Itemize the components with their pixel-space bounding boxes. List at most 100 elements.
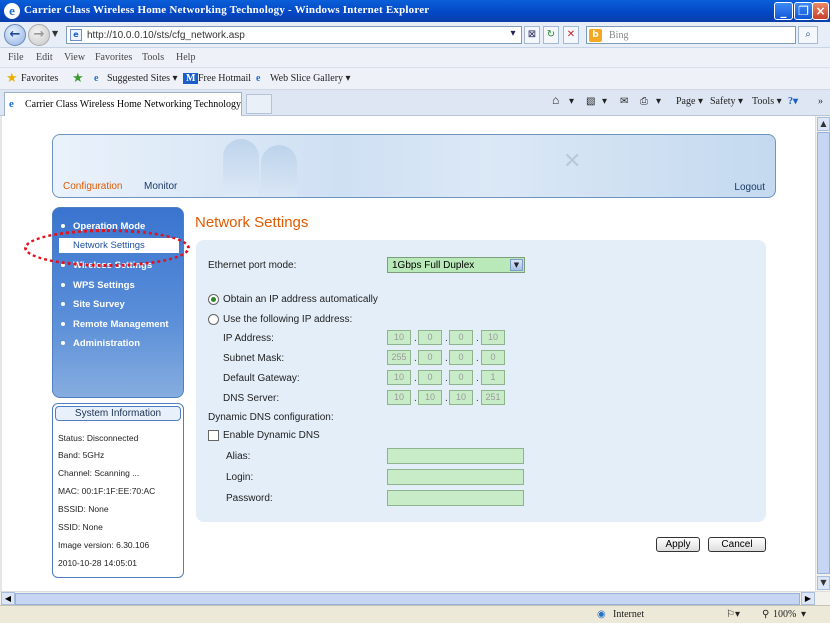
login-input[interactable]	[387, 469, 524, 485]
alias-input[interactable]	[387, 448, 524, 464]
url-dropdown-icon[interactable]: ▾	[505, 26, 521, 44]
apply-button[interactable]: Apply	[656, 537, 700, 552]
security-zone-label: Internet	[613, 609, 645, 620]
scroll-down-icon[interactable]: ▼	[817, 576, 830, 590]
menu-edit[interactable]: Edit	[36, 52, 53, 63]
header-figure-graphic-2	[261, 145, 297, 197]
ip-address-octet-2[interactable]: 0	[418, 330, 442, 345]
obtain-ip-auto-radio[interactable]	[208, 294, 219, 305]
protected-mode-icon[interactable]: ⚐▾	[726, 609, 740, 620]
maximize-button[interactable]: ❐	[794, 2, 813, 20]
scroll-up-icon[interactable]: ▲	[817, 117, 830, 131]
window-title-bar: e Carrier Class Wireless Home Networking…	[0, 0, 830, 22]
search-field[interactable]: b Bing	[586, 26, 796, 44]
home-icon[interactable]: ⌂	[552, 93, 559, 108]
nav-monitor[interactable]: Monitor	[144, 181, 177, 192]
cancel-button[interactable]: Cancel	[708, 537, 766, 552]
web-slice-gallery-link[interactable]: Web Slice Gallery ▾	[270, 73, 351, 84]
suggested-sites-icon: e	[94, 73, 99, 84]
internet-zone-icon: ◉	[597, 609, 606, 620]
nav-configuration[interactable]: Configuration	[63, 181, 122, 192]
system-info-line: Band: 5GHz	[58, 450, 105, 460]
ip-separator: .	[476, 333, 479, 344]
highlight-ellipse-annotation	[24, 229, 190, 267]
zoom-level[interactable]: 100%	[773, 609, 796, 620]
sidebar-item-wps-settings[interactable]: WPS Settings	[61, 280, 135, 291]
use-static-ip-radio[interactable]	[208, 314, 219, 325]
url-field[interactable]: e http://10.0.0.10/sts/cfg_network.asp	[66, 26, 522, 44]
menu-favorites[interactable]: Favorites	[95, 52, 132, 63]
minimize-button[interactable]: _	[774, 2, 793, 20]
enable-ddns-checkbox[interactable]	[208, 430, 219, 441]
gateway-octet-4[interactable]: 1	[481, 370, 505, 385]
vertical-scroll-thumb[interactable]	[817, 132, 830, 574]
scroll-right-icon[interactable]: ▶	[801, 592, 815, 605]
page-menu[interactable]: Page ▾	[676, 96, 703, 107]
header-figure-graphic	[223, 139, 259, 197]
dns-octet-2[interactable]: 10	[418, 390, 442, 405]
system-info-line: MAC: 00:1F:1F:EE:70:AC	[58, 486, 156, 496]
back-button[interactable]: ←	[4, 24, 26, 46]
ip-address-octet-3[interactable]: 0	[449, 330, 473, 345]
gateway-octet-2[interactable]: 0	[418, 370, 442, 385]
safety-menu[interactable]: Safety ▾	[710, 96, 743, 107]
dns-octet-1[interactable]: 10	[387, 390, 411, 405]
system-info-line: BSSID: None	[58, 504, 109, 514]
ip-address-octet-1[interactable]: 10	[387, 330, 411, 345]
mail-icon[interactable]: ✉	[620, 96, 628, 107]
system-info-line: SSID: None	[58, 522, 103, 532]
refresh-icon[interactable]: ↻	[543, 26, 559, 44]
ip-separator: .	[476, 393, 479, 404]
ethernet-port-mode-select[interactable]: 1Gbps Full Duplex ▼	[387, 257, 525, 273]
subnet-mask-octet-4[interactable]: 0	[481, 350, 505, 365]
password-input[interactable]	[387, 490, 524, 506]
system-info-line: Status: Disconnected	[58, 433, 139, 443]
suggested-sites-link[interactable]: Suggested Sites ▾	[107, 73, 178, 84]
help-icon[interactable]: ?▾	[788, 96, 798, 107]
subnet-mask-octet-2[interactable]: 0	[418, 350, 442, 365]
gateway-octet-1[interactable]: 10	[387, 370, 411, 385]
stop-icon[interactable]: ✕	[563, 26, 579, 44]
hotmail-link[interactable]: Free Hotmail	[198, 73, 251, 84]
print-icon[interactable]: ⎙	[640, 96, 648, 107]
tools-menu[interactable]: Tools ▾	[752, 96, 782, 107]
dns-octet-4[interactable]: 251	[481, 390, 505, 405]
home-dropdown-icon[interactable]: ▾	[569, 96, 574, 107]
feeds-dropdown-icon[interactable]: ▾	[602, 96, 607, 107]
ip-separator: .	[445, 353, 448, 364]
close-button[interactable]: ×	[812, 2, 829, 20]
dns-octet-3[interactable]: 10	[449, 390, 473, 405]
subnet-mask-octet-3[interactable]: 0	[449, 350, 473, 365]
add-favorite-icon[interactable]: ★	[72, 70, 84, 86]
menu-view[interactable]: View	[64, 52, 85, 63]
subnet-mask-octet-1[interactable]: 255	[387, 350, 411, 365]
feeds-icon[interactable]: ▧	[586, 96, 595, 107]
favorites-button[interactable]: Favorites	[21, 73, 58, 84]
horizontal-scroll-thumb[interactable]	[15, 593, 800, 605]
compat-view-icon[interactable]: ⊠	[524, 26, 540, 44]
gateway-octet-3[interactable]: 0	[449, 370, 473, 385]
sidebar-item-remote-management[interactable]: Remote Management	[61, 319, 169, 330]
tab-current[interactable]: e Carrier Class Wireless Home Networking…	[4, 92, 242, 116]
ip-address-octet-4[interactable]: 10	[481, 330, 505, 345]
sidebar-item-site-survey[interactable]: Site Survey	[61, 299, 125, 310]
window-title: Carrier Class Wireless Home Networking T…	[24, 4, 430, 16]
history-dropdown-icon[interactable]: ▼	[52, 29, 58, 38]
toolbar-overflow-icon[interactable]: »	[818, 96, 823, 107]
sidebar-item-administration[interactable]: Administration	[61, 338, 140, 349]
vertical-scrollbar[interactable]: ▲ ▼	[815, 116, 830, 591]
tab-bar: e Carrier Class Wireless Home Networking…	[0, 90, 830, 116]
search-icon[interactable]: ⌕	[798, 26, 818, 44]
scroll-left-icon[interactable]: ◀	[1, 592, 15, 605]
menu-file[interactable]: File	[8, 52, 24, 63]
print-dropdown-icon[interactable]: ▾	[656, 96, 661, 107]
menu-help[interactable]: Help	[176, 52, 195, 63]
zoom-dropdown-icon[interactable]: ▾	[801, 609, 806, 620]
horizontal-scrollbar[interactable]: ◀ ▶	[0, 591, 830, 605]
menu-tools[interactable]: Tools	[142, 52, 164, 63]
new-tab-button[interactable]	[246, 94, 272, 114]
tab-title: Carrier Class Wireless Home Networking T…	[25, 99, 241, 110]
forward-button[interactable]: →	[28, 24, 50, 46]
logout-link[interactable]: Logout	[734, 182, 765, 193]
system-info-line: Image version: 6.30.106	[58, 540, 150, 550]
